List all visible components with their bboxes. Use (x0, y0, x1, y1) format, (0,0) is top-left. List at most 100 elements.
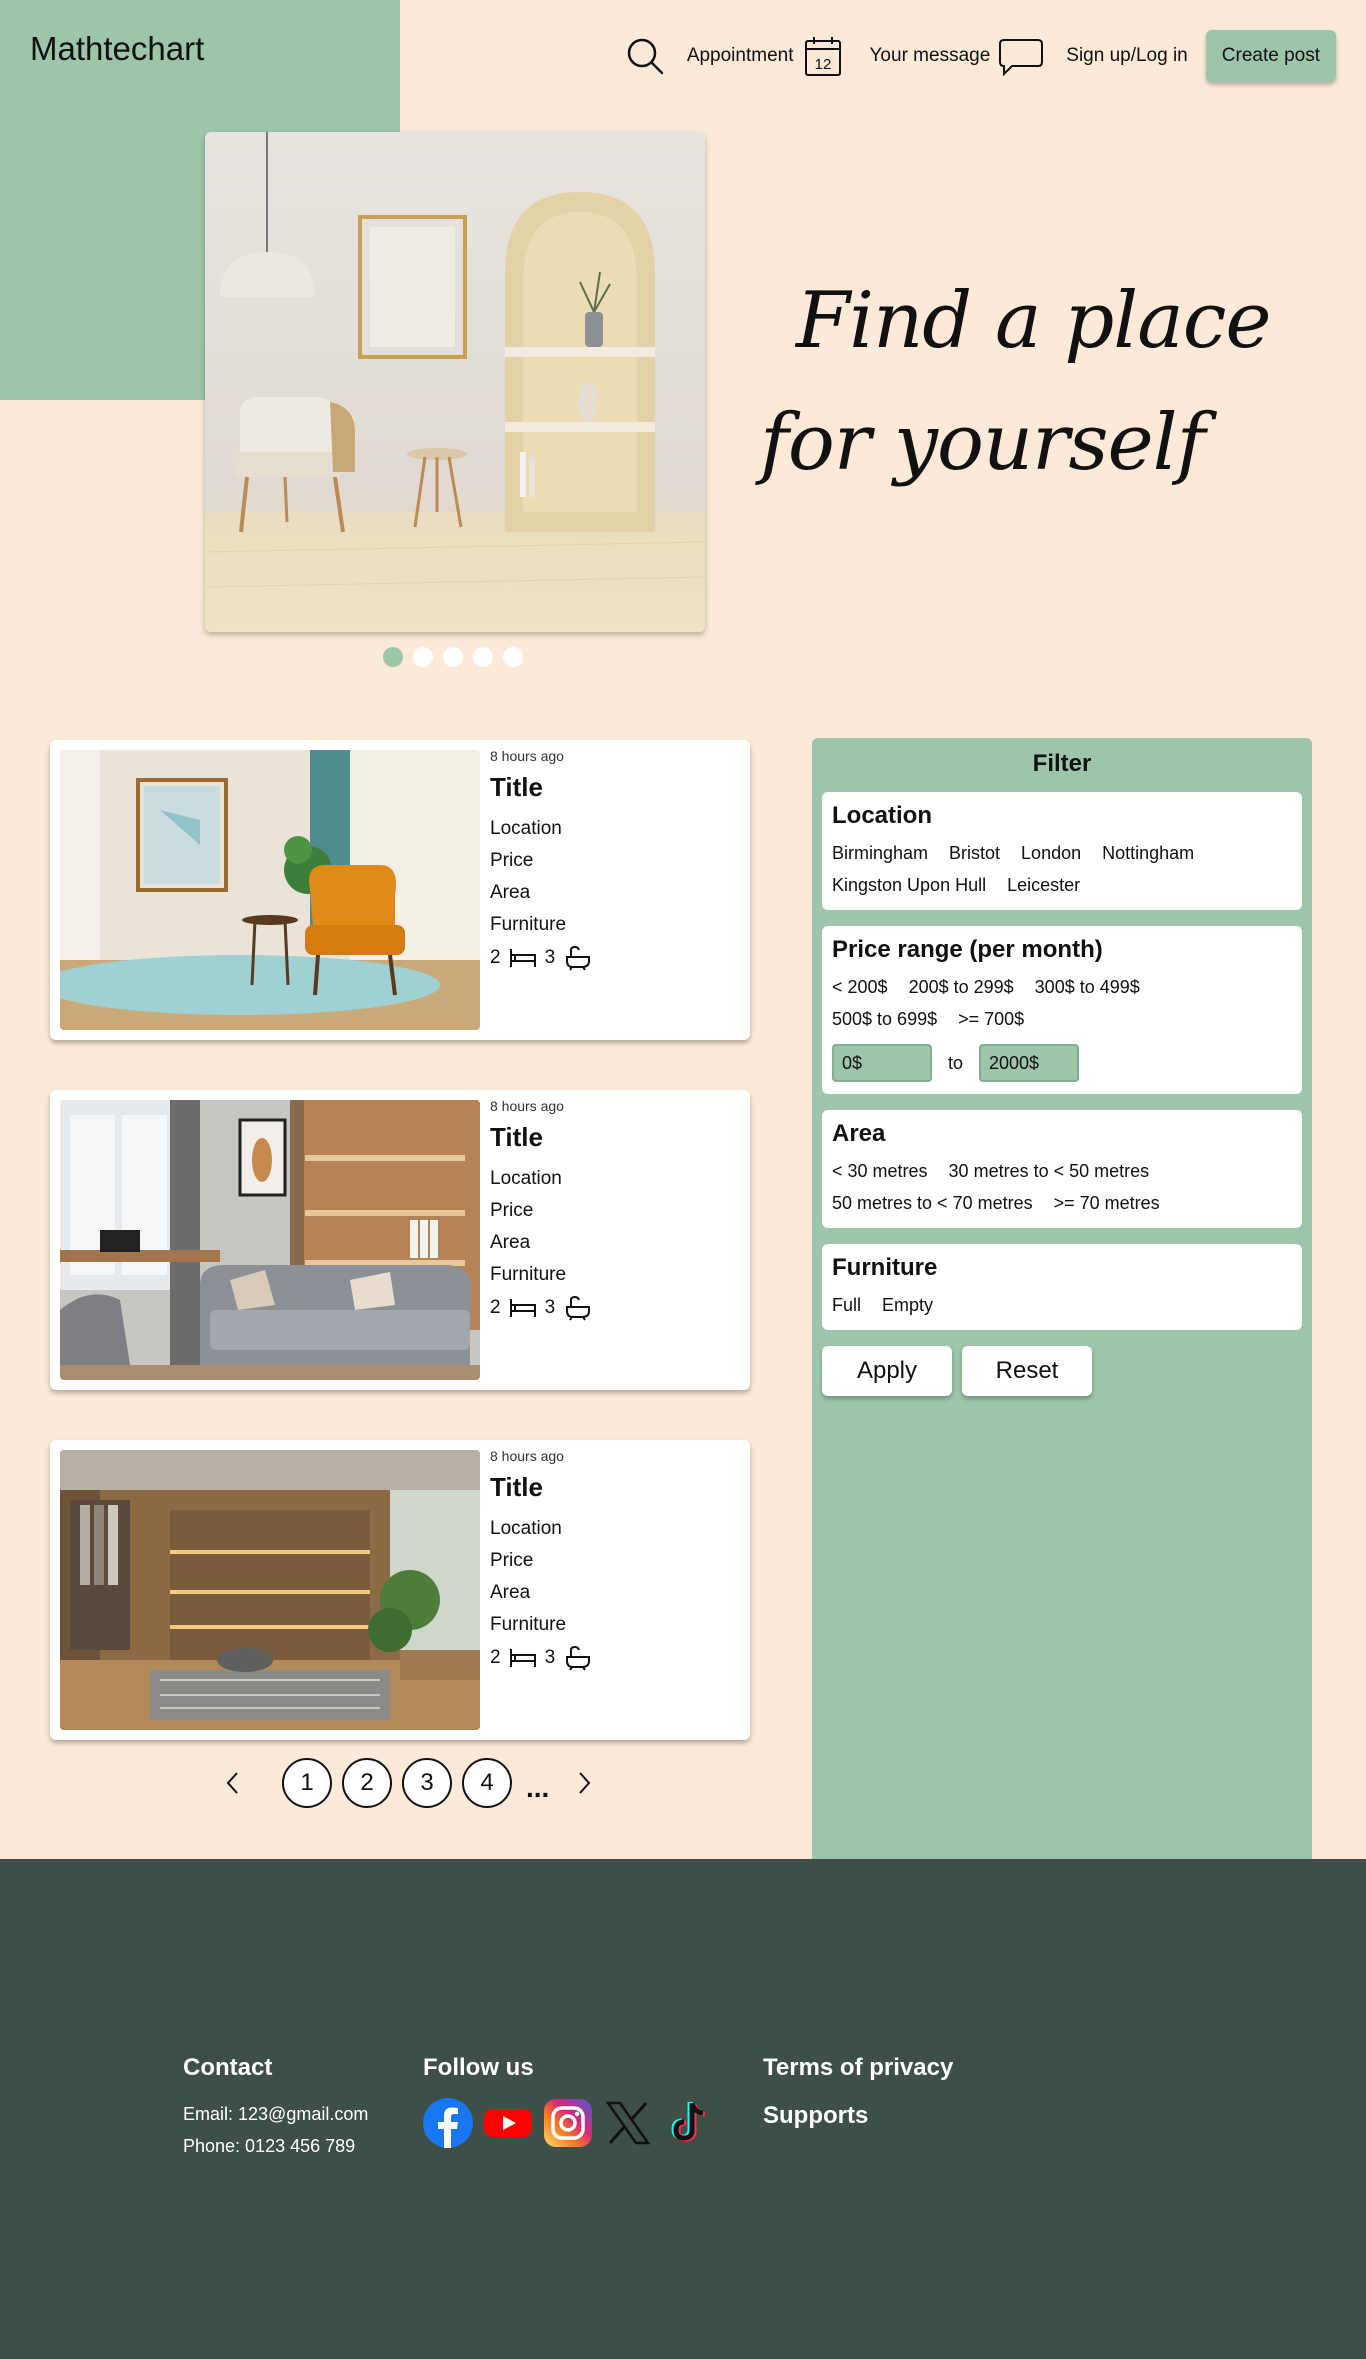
listing-furniture: Furniture (490, 1264, 567, 1285)
facebook-icon[interactable] (423, 2098, 473, 2148)
area-option[interactable]: >= 70 metres (1054, 1190, 1160, 1216)
area-option[interactable]: 30 metres to < 50 metres (949, 1158, 1150, 1184)
listing-card[interactable]: 8 hours ago Title Location Price Area Fu… (50, 740, 750, 1040)
terms-link[interactable]: Terms of privacy (763, 2054, 953, 2082)
filter-location-heading: Location (832, 802, 932, 829)
filter-area: Area < 30 metres 30 metres to < 50 metre… (822, 1110, 1302, 1228)
price-option[interactable]: 300$ to 499$ (1035, 974, 1140, 1000)
filter-panel: Filter Location Birmingham Bristot Londo… (812, 738, 1312, 1859)
hero-carousel-image (205, 132, 705, 632)
furniture-option[interactable]: Empty (882, 1292, 933, 1318)
bath-count: 3 (544, 1647, 556, 1668)
listing-title[interactable]: Title (490, 1472, 591, 1503)
prev-page-button[interactable] (218, 1768, 248, 1798)
search-icon[interactable] (625, 36, 665, 76)
message-link[interactable]: Your message (870, 45, 991, 67)
area-option[interactable]: < 30 metres (832, 1158, 928, 1184)
listing-info: 8 hours ago Title Location Price Area Fu… (490, 1098, 591, 1321)
contact-email[interactable]: Email: 123@gmail.com (183, 2098, 368, 2130)
listing-furniture: Furniture (490, 1614, 567, 1635)
page-ellipsis: ... (526, 1772, 550, 1803)
filter-title: Filter (1032, 750, 1092, 777)
filter-price: Price range (per month) < 200$ 200$ to 2… (822, 926, 1302, 1094)
carousel-dot[interactable] (443, 647, 463, 667)
listing-location: Location (490, 1168, 562, 1189)
chat-bubble-icon[interactable] (998, 36, 1044, 76)
page-button-2[interactable]: 2 (342, 1758, 392, 1808)
price-range-to: to (948, 1052, 964, 1073)
follow-heading: Follow us (423, 2054, 534, 2081)
reset-button[interactable]: Reset (962, 1346, 1092, 1396)
instagram-icon[interactable] (543, 2098, 593, 2148)
contact-phone[interactable]: Phone: 0123 456 789 (183, 2130, 368, 2162)
footer-links: Terms of privacy Supports (763, 2054, 953, 2150)
location-option[interactable]: Nottingham (1102, 840, 1194, 866)
location-option[interactable]: Birmingham (832, 840, 928, 866)
filter-price-heading: Price range (per month) (832, 936, 1103, 963)
listing-card[interactable]: 8 hours ago Title Location Price Area Fu… (50, 1440, 750, 1740)
carousel-dot[interactable] (503, 647, 523, 667)
next-page-button[interactable] (569, 1768, 599, 1798)
carousel-dot[interactable] (413, 647, 433, 667)
listing-card[interactable]: 8 hours ago Title Location Price Area Fu… (50, 1090, 750, 1390)
bed-count: 2 (490, 1647, 501, 1668)
listing-title[interactable]: Title (490, 772, 591, 803)
filter-furniture-heading: Furniture (832, 1254, 938, 1281)
signup-login-link[interactable]: Sign up/Log in (1066, 45, 1188, 67)
chevron-left-icon (226, 1772, 238, 1794)
footer-follow: Follow us (423, 2054, 713, 2148)
pagination: 1 2 3 4 ... (218, 1758, 599, 1808)
location-option[interactable]: Kingston Upon Hull (832, 872, 986, 898)
listing-price: Price (490, 850, 534, 871)
filter-location: Location Birmingham Bristot London Notti… (822, 792, 1302, 910)
price-option[interactable]: 200$ to 299$ (909, 974, 1014, 1000)
appointment-link[interactable]: Appointment (687, 45, 794, 67)
price-min-input[interactable] (832, 1044, 932, 1082)
listing-location: Location (490, 818, 562, 839)
listing-amenities: 2 3 (490, 1645, 591, 1671)
apply-button[interactable]: Apply (822, 1346, 952, 1396)
top-nav: Appointment 12 Your message Sign up/Log … (625, 30, 1336, 82)
listing-title[interactable]: Title (490, 1122, 591, 1153)
page-button-3[interactable]: 3 (402, 1758, 452, 1808)
calendar-icon[interactable]: 12 (804, 35, 842, 77)
logo[interactable]: Mathtechart (30, 30, 204, 68)
create-post-button[interactable]: Create post (1205, 30, 1336, 82)
carousel-dots (383, 647, 523, 667)
listing-photo[interactable] (60, 1450, 480, 1730)
furniture-option[interactable]: Full (832, 1292, 861, 1318)
listing-time: 8 hours ago (490, 748, 564, 764)
listing-info: 8 hours ago Title Location Price Area Fu… (490, 1448, 591, 1671)
listing-amenities: 2 3 (490, 945, 591, 971)
page-button-1[interactable]: 1 (282, 1758, 332, 1808)
youtube-icon[interactable] (483, 2098, 533, 2148)
page-button-4[interactable]: 4 (462, 1758, 512, 1808)
area-option[interactable]: 50 metres to < 70 metres (832, 1190, 1033, 1216)
location-option[interactable]: Bristot (949, 840, 1000, 866)
listing-amenities: 2 3 (490, 1295, 591, 1321)
price-option[interactable]: 500$ to 699$ (832, 1006, 937, 1032)
bath-count: 3 (544, 1297, 556, 1318)
listing-area: Area (490, 1582, 531, 1603)
price-option[interactable]: >= 700$ (958, 1006, 1024, 1032)
listing-photo[interactable] (60, 750, 480, 1030)
supports-link[interactable]: Supports (763, 2102, 953, 2130)
filter-furniture: Furniture Full Empty (822, 1244, 1302, 1330)
svg-text:12: 12 (814, 56, 831, 73)
price-max-input[interactable] (979, 1044, 1080, 1082)
x-icon[interactable] (603, 2098, 653, 2148)
location-option[interactable]: Leicester (1007, 872, 1080, 898)
listing-furniture: Furniture (490, 914, 567, 935)
bathtub-icon (566, 945, 591, 971)
bed-icon (509, 1649, 536, 1667)
tiktok-icon[interactable] (663, 2098, 713, 2148)
carousel-dot[interactable] (473, 647, 493, 667)
listing-photo[interactable] (60, 1100, 480, 1380)
bed-count: 2 (490, 1297, 501, 1318)
location-option[interactable]: London (1021, 840, 1081, 866)
carousel-dot[interactable] (383, 647, 403, 667)
listing-area: Area (490, 882, 531, 903)
filter-area-heading: Area (832, 1120, 886, 1147)
contact-heading: Contact (183, 2054, 273, 2081)
price-option[interactable]: < 200$ (832, 974, 888, 1000)
